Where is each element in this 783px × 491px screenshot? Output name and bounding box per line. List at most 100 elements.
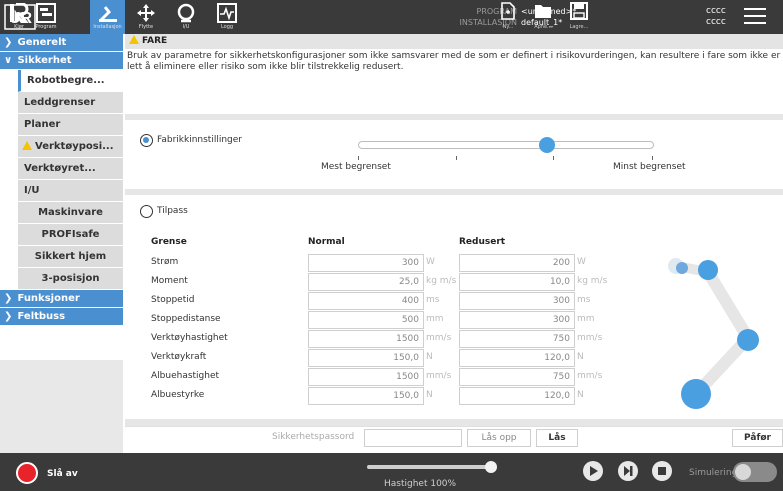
sidebar-item-planes[interactable]: Planer	[18, 114, 123, 136]
open-button[interactable]: Åpne...	[530, 2, 556, 32]
save-button[interactable]: Lagre...	[566, 2, 592, 32]
normal-unit: ms	[426, 295, 440, 305]
reduced-unit: W	[577, 257, 586, 267]
hamburger-menu-icon[interactable]	[744, 8, 766, 26]
normal-value-field[interactable]: 25,0	[308, 273, 424, 291]
restriction-slider-knob[interactable]	[539, 137, 556, 153]
reduced-unit: N	[577, 352, 584, 362]
sidebar-item-tool-direction[interactable]: Verktøyret...	[18, 158, 123, 180]
reduced-value-field[interactable]: 200	[459, 254, 575, 272]
factory-settings-radio[interactable]	[140, 134, 153, 147]
sidebar-item-tool-position[interactable]: Verktøyposi...	[18, 136, 123, 158]
unlock-button[interactable]: Lås opp	[467, 429, 531, 447]
column-header-limit: Grense	[151, 237, 187, 247]
open-button-label: Åpne...	[534, 24, 552, 30]
sidebar-item-joint-limits[interactable]: Leddgrenser	[18, 92, 123, 114]
sidebar-funksjoner-label: Funksjoner	[17, 293, 80, 304]
power-off-icon[interactable]	[16, 462, 38, 484]
nav-log-label: Logg	[220, 24, 234, 30]
nav-program-label: Program	[35, 24, 57, 30]
reduced-value-field[interactable]: 750	[459, 368, 575, 386]
robot-arm-illustration	[668, 258, 759, 409]
limit-row-label: Albuestyrke	[151, 390, 205, 400]
play-button[interactable]	[583, 461, 603, 481]
sidebar-item-io[interactable]: I/U	[18, 180, 123, 202]
sidebar-item-hardware[interactable]: Maskinvare	[18, 202, 123, 224]
reduced-value-field[interactable]: 300	[459, 311, 575, 329]
user-line-1: cccc	[706, 6, 726, 16]
slider-tick	[652, 156, 653, 160]
save-icon	[570, 2, 588, 20]
limit-row-label: Verktøykraft	[151, 352, 207, 362]
normal-value-field[interactable]: 1500	[308, 330, 424, 348]
nav-move[interactable]: Flytte	[133, 0, 159, 34]
normal-unit: mm/s	[426, 371, 452, 381]
chevron-right-icon: ❯	[4, 37, 13, 48]
save-button-label: Lagre...	[569, 24, 589, 30]
nav-program[interactable]: Program	[31, 0, 61, 34]
sidebar-item-profisafe[interactable]: PROFIsafe	[18, 224, 123, 246]
limit-row-label: Verktøyhastighet	[151, 333, 228, 343]
sidebar-generelt[interactable]: ❯ Generelt	[0, 34, 123, 52]
reduced-unit: ms	[577, 295, 591, 305]
normal-value-field[interactable]: 400	[308, 292, 424, 310]
step-icon	[624, 466, 633, 476]
reduced-unit: mm/s	[577, 333, 603, 343]
sidebar-item-safe-home[interactable]: Sikkert hjem	[18, 246, 123, 268]
sidebar-item-label: Leddgrenser	[24, 97, 96, 108]
lock-button[interactable]: Lås	[536, 429, 578, 447]
sidebar-item-label: Verktøyret...	[24, 163, 96, 174]
apply-button[interactable]: Påfør	[732, 429, 783, 447]
new-button[interactable]: Ny...	[495, 2, 521, 32]
column-header-normal: Normal	[308, 237, 345, 247]
sidebar-item-label: Maskinvare	[38, 207, 103, 218]
normal-value-field[interactable]: 150,0	[308, 387, 424, 405]
normal-unit: mm	[426, 314, 444, 324]
nav-io[interactable]: I/U	[172, 0, 200, 34]
sidebar-sikkerhet[interactable]: ∨ Sikkerhet	[0, 52, 123, 70]
speed-slider-knob[interactable]	[485, 461, 497, 473]
restriction-slider-track[interactable]	[358, 141, 654, 149]
nav-installation[interactable]: Installasjon	[90, 0, 125, 34]
step-button[interactable]	[618, 461, 638, 481]
slider-tick	[553, 156, 554, 160]
sidebar-generelt-label: Generelt	[17, 37, 67, 48]
reduced-value-field[interactable]: 120,0	[459, 387, 575, 405]
sidebar-item-robot-limits[interactable]: Robotbegre...	[18, 70, 123, 92]
reduced-value-field[interactable]: 10,0	[459, 273, 575, 291]
reduced-value-field[interactable]: 300	[459, 292, 575, 310]
app-root: UR Kjør Program Installasjon Flytte I/U …	[0, 0, 783, 491]
sidebar-funksjoner[interactable]: ❯ Funksjoner	[0, 290, 123, 308]
sidebar-feltbuss-label: Feltbuss	[17, 311, 66, 322]
danger-title: FARE	[142, 36, 168, 46]
play-icon	[590, 466, 598, 476]
stop-button[interactable]	[652, 461, 672, 481]
power-off-label[interactable]: Slå av	[47, 469, 78, 479]
reduced-value-field[interactable]: 120,0	[459, 349, 575, 367]
simulation-label: Simulering	[689, 468, 738, 478]
normal-value-field[interactable]: 1500	[308, 368, 424, 386]
normal-unit: mm/s	[426, 333, 452, 343]
sidebar-item-label: I/U	[24, 185, 40, 196]
sidebar-item-label: 3-posisjon	[41, 273, 100, 284]
normal-value-field[interactable]: 300	[308, 254, 424, 272]
sidebar-feltbuss[interactable]: ❯ Feltbuss	[0, 308, 123, 326]
program-icon	[36, 3, 56, 23]
reduced-value-field[interactable]: 750	[459, 330, 575, 348]
reduced-unit: mm/s	[577, 371, 603, 381]
nav-log[interactable]: Logg	[213, 0, 241, 34]
danger-header: FARE	[125, 34, 783, 49]
normal-value-field[interactable]: 500	[308, 311, 424, 329]
simulation-toggle[interactable]	[733, 462, 777, 482]
speed-slider-track[interactable]	[367, 465, 493, 469]
custom-label: Tilpass	[157, 206, 188, 216]
normal-value-field[interactable]: 150,0	[308, 349, 424, 367]
custom-radio[interactable]	[140, 205, 153, 218]
stop-icon	[658, 467, 666, 475]
io-icon	[177, 3, 195, 23]
new-file-icon	[501, 2, 515, 20]
sidebar-item-3-position[interactable]: 3-posisjon	[18, 268, 123, 290]
safety-password-input[interactable]	[364, 429, 462, 447]
column-header-reduced: Redusert	[459, 237, 506, 247]
sidebar-item-label: Planer	[24, 119, 61, 130]
